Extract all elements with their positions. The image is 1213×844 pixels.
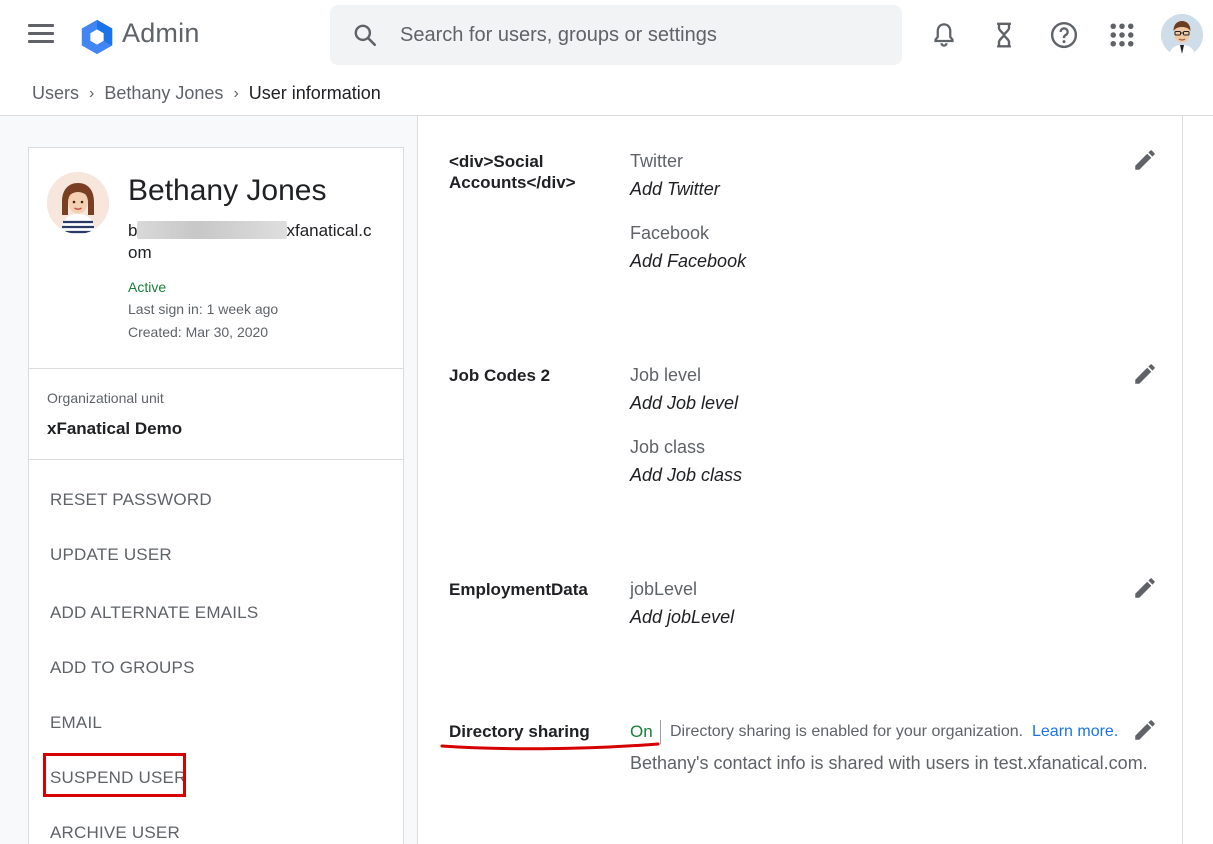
section-label-employment: EmploymentData [449,580,588,599]
search-input[interactable] [400,5,880,65]
edit-pencil-icon[interactable] [1132,575,1158,601]
hourglass-icon[interactable] [989,20,1019,50]
update-user-button[interactable]: UPDATE USER [50,545,172,565]
search-bar[interactable] [330,5,902,65]
help-icon[interactable] [1049,20,1079,50]
user-avatar [47,172,109,234]
field-value-job-class[interactable]: Add Job class [630,465,742,486]
field-value-job-level[interactable]: Add Job level [630,393,738,414]
apps-grid-icon[interactable] [1107,20,1137,50]
brand-title[interactable]: Admin [122,18,200,49]
org-unit-value: xFanatical Demo [47,419,183,438]
breadcrumb: Users › Bethany Jones › User information [32,83,381,104]
highlight-box [43,753,186,797]
account-avatar[interactable] [1161,14,1203,56]
status-badge: Active [128,279,167,295]
menu-icon[interactable] [28,24,54,46]
section-label-social: <div>Social Accounts</div> [449,151,599,193]
learn-more-link[interactable]: Learn more. [1032,723,1118,741]
email-prefix: b [128,221,138,240]
section-label-line: <div>Social [449,152,544,171]
top-app-bar: Admin [0,0,1213,70]
search-icon[interactable] [352,22,378,48]
org-unit-label: Organizational unit [47,390,164,406]
breadcrumb-user[interactable]: Bethany Jones [104,83,223,104]
card-divider [29,459,403,460]
directory-sharing-detail: Bethany's contact info is shared with us… [630,753,1148,773]
breadcrumb-users[interactable]: Users [32,83,79,104]
field-value-facebook[interactable]: Add Facebook [630,251,746,272]
add-alternate-emails-button[interactable]: ADD ALTERNATE EMAILS [50,603,258,623]
edit-pencil-icon[interactable] [1132,717,1158,743]
archive-user-button[interactable]: ARCHIVE USER [50,823,180,843]
chevron-right-icon: › [233,84,239,102]
email-suffix: xfanatical.c [286,221,372,240]
user-card: Bethany Jones b xfanatical.c om Active La… [28,147,404,844]
field-value-joblevel[interactable]: Add jobLevel [630,607,734,628]
breadcrumb-current: User information [248,83,381,103]
red-underline-annotation [440,742,660,751]
user-name: Bethany Jones [128,174,327,207]
email-button[interactable]: EMAIL [50,713,102,733]
email-redaction [137,221,288,239]
reset-password-button[interactable]: RESET PASSWORD [50,490,212,510]
last-sign-in: Last sign in: 1 week ago [128,301,279,317]
bell-icon[interactable] [929,20,959,50]
field-value-twitter[interactable]: Add Twitter [630,179,720,200]
section-label-job-codes: Job Codes 2 [449,366,551,385]
card-divider [29,368,403,369]
directory-sharing-state: On [630,722,653,741]
add-to-groups-button[interactable]: ADD TO GROUPS [50,658,195,678]
admin-logo-icon[interactable] [78,18,116,56]
vertical-divider [660,720,661,744]
chevron-right-icon: › [89,84,95,102]
user-email: b xfanatical.c om [128,220,388,264]
section-label-line: Accounts</div> [449,173,576,192]
field-label-job-level: Job level [630,365,702,385]
directory-sharing-description: Directory sharing is enabled for your or… [670,723,1024,740]
field-label-joblevel: jobLevel [630,579,698,599]
created-date: Created: Mar 30, 2020 [128,324,269,340]
edit-pencil-icon[interactable] [1132,361,1158,387]
field-label-twitter: Twitter [630,151,684,171]
edit-pencil-icon[interactable] [1132,147,1158,173]
field-label-job-class: Job class [630,437,706,457]
email-suffix-wrap: om [128,243,152,262]
field-label-facebook: Facebook [630,223,710,243]
